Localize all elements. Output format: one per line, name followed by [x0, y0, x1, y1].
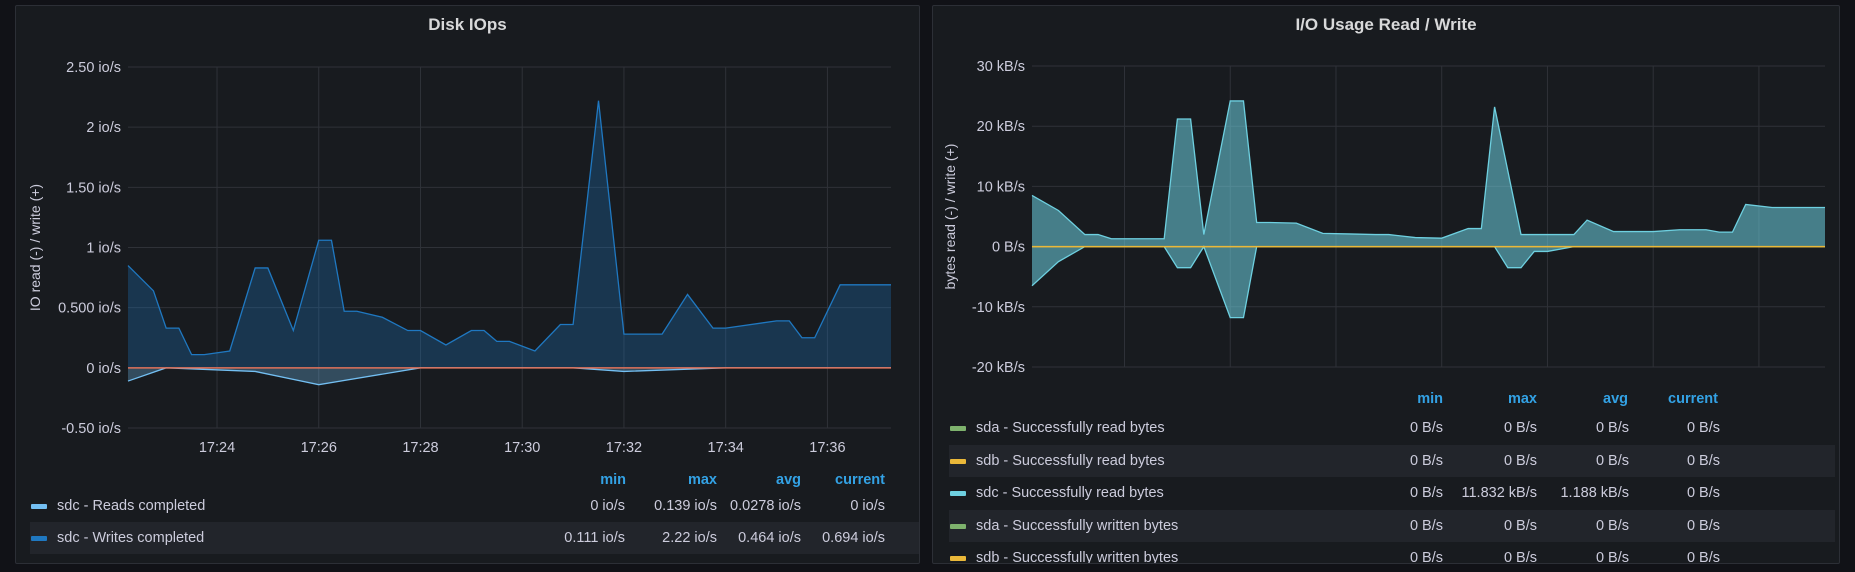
series-color-swatch: [950, 426, 966, 431]
series-name[interactable]: sdc - Successfully read bytes: [976, 477, 1164, 509]
legend-header-avg[interactable]: avg: [1538, 391, 1628, 407]
legend-max: 2.22 io/s: [662, 530, 717, 546]
x-tick-label: 17:32: [606, 440, 642, 456]
legend-avg: 1.188 kB/s: [1560, 485, 1629, 501]
y-tick-label: -20 kB/s: [972, 360, 1025, 376]
legend-current: 0 io/s: [850, 498, 885, 514]
series-color-swatch: [31, 504, 47, 509]
legend-header-min[interactable]: min: [1353, 391, 1443, 407]
y-tick-label: -0.50 io/s: [61, 421, 121, 437]
legend-row[interactable]: sdc - Successfully read bytes 0 B/s 11.832…: [949, 477, 1835, 509]
legend-row[interactable]: sdb - Successfully written bytes 0 B/s 0 B…: [949, 542, 1835, 564]
x-tick-label: 17:36: [809, 440, 845, 456]
series-color-swatch: [31, 536, 47, 541]
legend-row[interactable]: sda - Successfully read bytes 0 B/s 0 B/s 0…: [949, 412, 1835, 444]
legend-current: 0 B/s: [1686, 517, 1720, 534]
legend-row[interactable]: sda - Successfully written bytes 0 B/s 0 B…: [949, 509, 1835, 542]
legend-header: min max avg current: [16, 472, 919, 492]
legend-avg: 0.0278 io/s: [730, 498, 801, 514]
x-tick-label: 17:24: [199, 440, 235, 456]
x-tick-label: 17:26: [301, 440, 337, 456]
series-area: [128, 100, 891, 368]
legend-min: 0.111 io/s: [564, 530, 625, 546]
y-tick-label: 20 kB/s: [977, 119, 1025, 135]
legend-min: 0 B/s: [1409, 485, 1443, 501]
y-tick-label: 2.50 io/s: [66, 60, 121, 76]
y-tick-label: 30 kB/s: [977, 59, 1025, 75]
legend-header-current[interactable]: current: [801, 472, 885, 488]
series-color-swatch: [950, 556, 966, 561]
legend-header-max[interactable]: max: [1447, 391, 1537, 407]
legend-avg: 0 B/s: [1595, 517, 1629, 534]
series-color-swatch: [950, 491, 966, 496]
legend-header: min max avg current: [933, 391, 1839, 411]
legend-max: 0 B/s: [1503, 420, 1537, 436]
series-name[interactable]: sdc - Reads completed: [57, 490, 205, 522]
y-tick-label: 1.50 io/s: [66, 180, 121, 196]
legend-header-avg[interactable]: avg: [717, 472, 801, 488]
legend-avg: 0 B/s: [1595, 420, 1629, 436]
legend-header-max[interactable]: max: [627, 472, 717, 488]
series-name[interactable]: sdc - Writes completed: [57, 522, 204, 554]
series-name[interactable]: sda - Successfully written bytes: [976, 510, 1178, 542]
y-axis-label: bytes read (-) / write (+): [942, 144, 958, 290]
series-name[interactable]: sdb - Successfully read bytes: [976, 445, 1165, 477]
legend-avg: 0 B/s: [1595, 550, 1629, 564]
y-tick-label: 0.500 io/s: [58, 301, 121, 317]
y-tick-label: -10 kB/s: [972, 300, 1025, 316]
y-tick-label: 1 io/s: [86, 241, 121, 257]
legend-row[interactable]: sdc - Writes completed 0.111 io/s 2.22 i…: [30, 522, 919, 554]
y-tick-label: 0 B/s: [992, 240, 1025, 256]
legend-min: 0 B/s: [1409, 550, 1443, 564]
legend-max: 0 B/s: [1503, 550, 1537, 564]
io-usage-panel: I/O Usage Read / Write -20 kB/s -10 kB/s 0…: [932, 5, 1840, 564]
legend-max: 0.139 io/s: [654, 498, 717, 514]
legend-max: 0 B/s: [1503, 517, 1537, 534]
legend-current: 0.694 io/s: [822, 530, 885, 546]
x-tick-label: 17:34: [708, 440, 744, 456]
legend-min: 0 B/s: [1409, 452, 1443, 469]
series-color-swatch: [950, 458, 966, 464]
legend-avg: 0.464 io/s: [738, 530, 801, 546]
y-tick-label: 10 kB/s: [977, 179, 1025, 195]
legend-row[interactable]: sdc - Reads completed 0 io/s 0.139 io/s …: [30, 490, 919, 522]
y-tick-label: 0 io/s: [86, 361, 121, 377]
legend-max: 0 B/s: [1503, 452, 1537, 469]
legend-min: 0 B/s: [1409, 517, 1443, 534]
series-name[interactable]: sdb - Successfully written bytes: [976, 542, 1178, 563]
series-line: [127, 367, 891, 386]
legend-current: 0 B/s: [1686, 420, 1720, 436]
series-line: [1031, 100, 1825, 240]
legend-min: 0 B/s: [1409, 420, 1443, 436]
disk-iops-panel: Disk IOps -0.50 io/s 0 io/s 0.500 io/s 1 io…: [15, 5, 920, 564]
legend-min: 0 io/s: [590, 498, 625, 514]
series-area: [1032, 100, 1825, 247]
series-color-swatch: [950, 523, 966, 529]
x-tick-label: 17:30: [504, 440, 540, 456]
legend-max: 11.832 kB/s: [1461, 485, 1537, 501]
y-tick-label: 2 io/s: [86, 120, 121, 136]
legend-current: 0 B/s: [1686, 485, 1720, 501]
legend-header-current[interactable]: current: [1628, 391, 1718, 407]
legend-header-min[interactable]: min: [536, 472, 626, 488]
y-axis-label: IO read (-) / write (+): [27, 184, 43, 311]
series-name[interactable]: sda - Successfully read bytes: [976, 412, 1165, 444]
legend-current: 0 B/s: [1686, 550, 1720, 564]
legend-current: 0 B/s: [1686, 452, 1720, 469]
legend-row[interactable]: sdb - Successfully read bytes 0 B/s 0 B/s 0…: [949, 444, 1835, 477]
x-tick-label: 17:28: [402, 440, 438, 456]
legend-avg: 0 B/s: [1595, 452, 1629, 469]
